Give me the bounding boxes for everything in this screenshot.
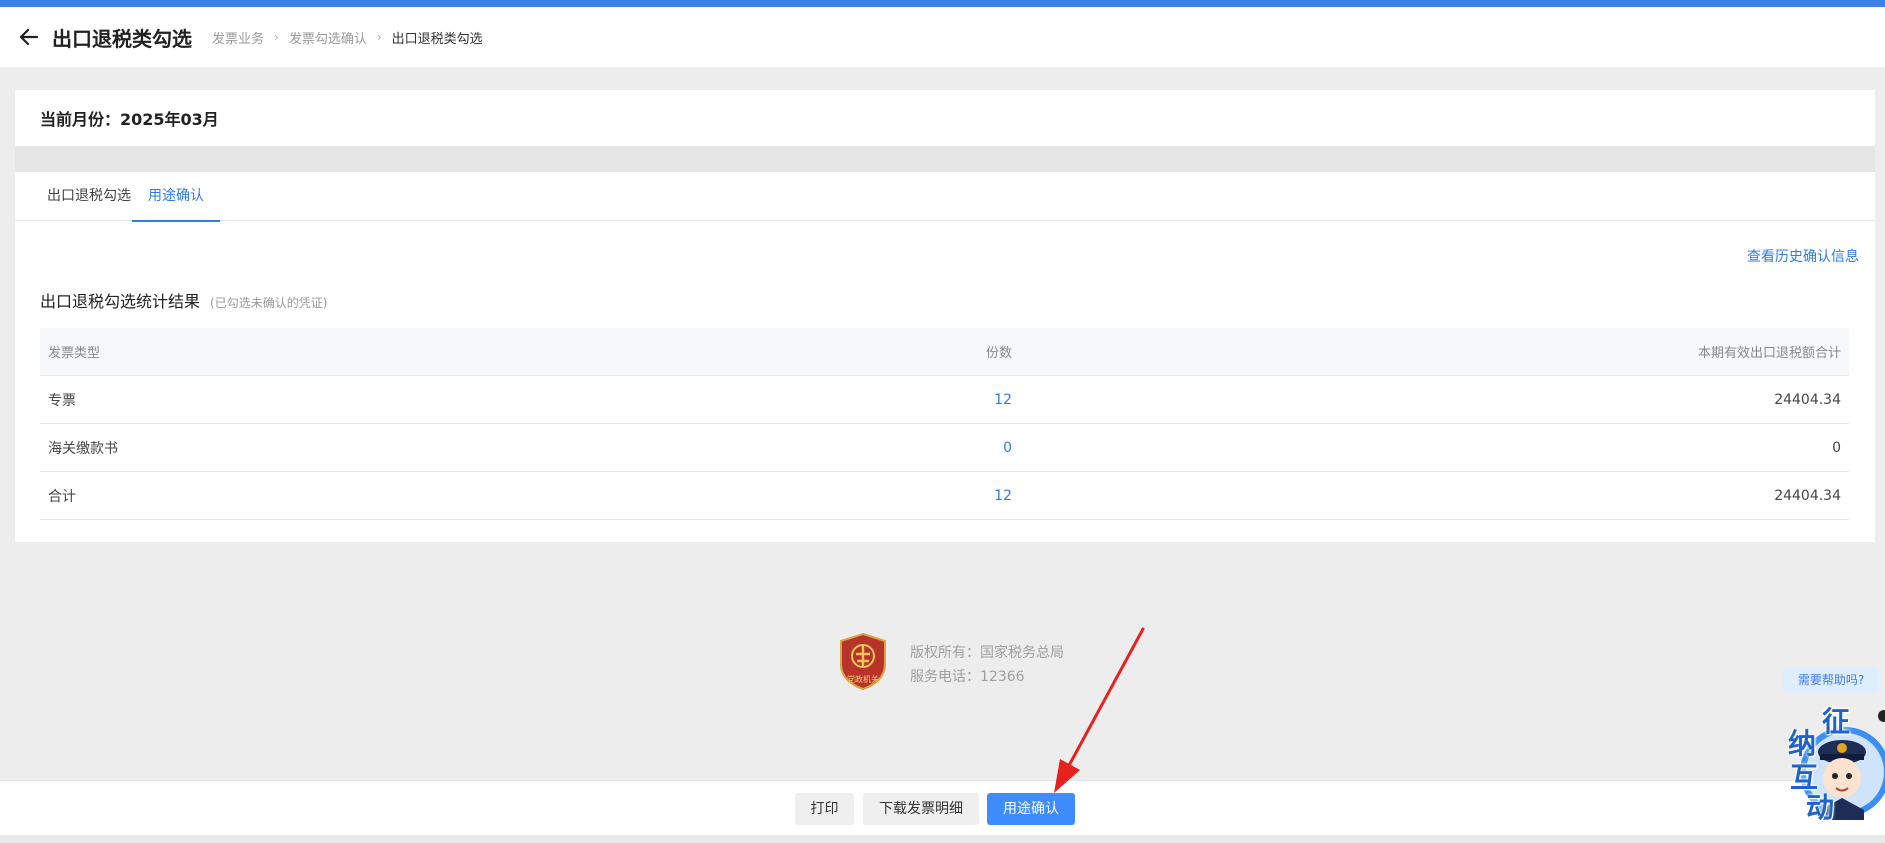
tab-usage-confirm[interactable]: 用途确认 (132, 172, 220, 222)
assistant-char: 征 (1822, 705, 1851, 738)
footer-info: 版权所有：国家税务总局 服务电话：12366 (910, 641, 1064, 689)
header-count: 份数 (985, 346, 1012, 361)
breadcrumb-item-invoice-business[interactable]: 发票业务 (212, 28, 264, 47)
table-row: 专票 12 24404.34 (40, 376, 1849, 424)
chevron-right-icon: › (376, 30, 382, 44)
header-amount: 本期有效出口退税额合计 (1697, 346, 1841, 361)
party-government-logo-icon: 党政机关 (838, 632, 888, 691)
footer-phone: 服务电话：12366 (910, 669, 1025, 685)
main-card: 出口退税勾选 用途确认 查看历史确认信息 出口退税勾选统计结果 (已勾选未确认的凭… (15, 172, 1875, 542)
row-count-link[interactable]: 0 (1003, 440, 1012, 456)
download-details-button[interactable]: 下载发票明细 (863, 793, 979, 825)
section-note: (已勾选未确认的凭证) (210, 296, 328, 310)
footer-copyright: 版权所有：国家税务总局 (910, 645, 1064, 661)
current-month-label: 当前月份：2025年03月 (40, 110, 219, 129)
table-row: 合计 12 24404.34 (40, 472, 1849, 520)
row-amount: 0 (1832, 439, 1841, 456)
tab-export-selection[interactable]: 出口退税勾选 (31, 172, 147, 221)
logo-text: 党政机关 (847, 674, 879, 684)
table-row: 海关缴款书 0 0 (40, 424, 1849, 472)
section-divider (15, 146, 1875, 172)
close-dot-icon[interactable] (1878, 710, 1885, 722)
current-month-card: 当前月份：2025年03月 (15, 90, 1875, 146)
row-count-link[interactable]: 12 (994, 488, 1012, 504)
breadcrumb-item-invoice-confirm[interactable]: 发票勾选确认 (289, 28, 367, 47)
row-amount: 24404.34 (1774, 487, 1841, 504)
help-bubble[interactable]: 需要帮助吗? (1783, 667, 1879, 693)
table-header-row: 发票类型 份数 本期有效出口退税额合计 (40, 328, 1849, 376)
row-invoice-type: 专票 (48, 392, 76, 409)
print-button[interactable]: 打印 (795, 793, 854, 825)
row-invoice-type: 海关缴款书 (48, 440, 118, 457)
bottom-action-bar: 打印 下载发票明细 用途确认 (0, 780, 1885, 835)
row-invoice-type: 合计 (48, 488, 76, 505)
section-title: 出口退税勾选统计结果 (已勾选未确认的凭证) (40, 288, 327, 312)
section-title-text: 出口退税勾选统计结果 (40, 292, 201, 311)
assistant-char: 动 (1806, 791, 1835, 824)
chevron-right-icon: › (274, 30, 279, 44)
breadcrumb-item-current: 出口退税类勾选 (391, 31, 483, 47)
top-accent-bar (0, 0, 1885, 7)
stats-table: 发票类型 份数 本期有效出口退税额合计 专票 12 24404.34 海关缴款书… (40, 328, 1849, 520)
tab-bar: 出口退税勾选 用途确认 (15, 172, 1875, 222)
history-confirm-link[interactable]: 查看历史确认信息 (1747, 246, 1859, 266)
page-title: 出口退税类勾选 (52, 26, 192, 51)
row-count-link[interactable]: 12 (994, 392, 1012, 408)
breadcrumb: 发票业务 › 发票勾选确认 › 出口退税类勾选 (212, 28, 483, 47)
bottom-scrollbar-track (0, 835, 1885, 843)
usage-confirm-button[interactable]: 用途确认 (987, 793, 1075, 825)
back-arrow-icon[interactable] (18, 26, 40, 48)
tax-assistant-widget[interactable]: 征 纳 互 动 (1750, 700, 1885, 830)
header-invoice-type: 发票类型 (48, 346, 101, 361)
row-amount: 24404.34 (1774, 391, 1841, 408)
page-header: 出口退税类勾选 发票业务 › 发票勾选确认 › 出口退税类勾选 (0, 7, 1885, 67)
